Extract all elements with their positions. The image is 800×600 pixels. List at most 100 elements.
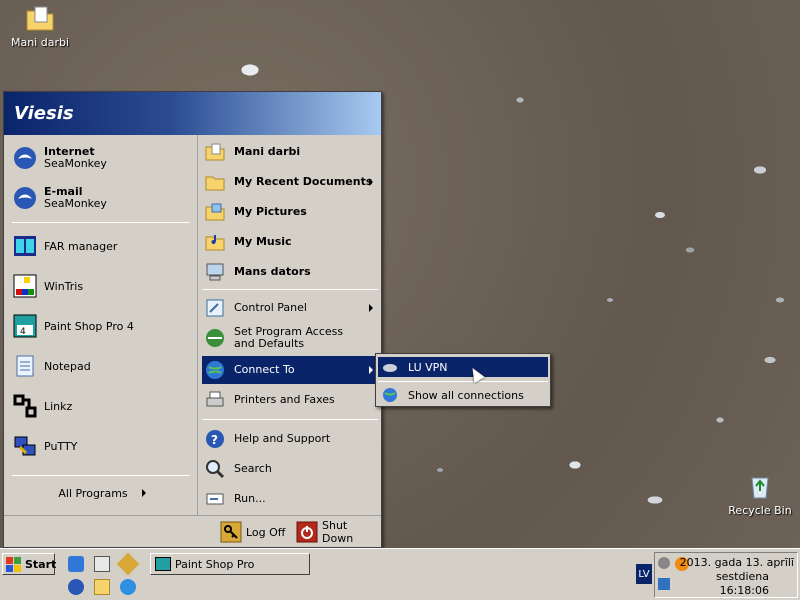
system-label: Printers and Faxes xyxy=(234,393,335,406)
folder-music-icon xyxy=(202,229,228,255)
recent-label: PuTTY xyxy=(44,439,78,453)
log-off-button[interactable]: Log Off xyxy=(220,521,285,543)
desktop-icon-recycle-bin[interactable]: Recycle Bin xyxy=(720,470,800,517)
submenu-arrow-icon xyxy=(369,304,373,312)
help-label: Run... xyxy=(234,492,266,505)
system-set-program-access[interactable]: Set Program Access and Defaults xyxy=(202,323,378,353)
far-manager-icon xyxy=(12,233,38,259)
place-label: Mans dators xyxy=(234,265,311,278)
ql-folder-icon[interactable] xyxy=(94,579,110,595)
place-label: My Music xyxy=(234,235,292,248)
svg-text:4: 4 xyxy=(20,327,26,337)
separator xyxy=(378,381,548,382)
system-label: Set Program Access and Defaults xyxy=(234,325,344,350)
vpn-icon xyxy=(382,361,400,373)
system-tray: 2013. gada 13. aprīlī sestdiena 16:18:06 xyxy=(654,552,798,598)
place-my-music[interactable]: My Music xyxy=(202,229,378,255)
quick-launch xyxy=(66,552,142,597)
pinned-internet[interactable]: Internet SeaMonkey xyxy=(12,141,192,175)
network-connections-icon xyxy=(382,387,400,403)
recent-notepad[interactable]: Notepad xyxy=(12,349,192,383)
recent-far-manager[interactable]: FAR manager xyxy=(12,229,192,263)
clock-time: 16:18:06 xyxy=(719,584,769,597)
task-label: Paint Shop Pro xyxy=(175,557,255,571)
start-button[interactable]: Start xyxy=(2,553,57,575)
language-indicator[interactable]: LV xyxy=(636,564,652,584)
run[interactable]: Run... xyxy=(202,485,378,513)
run-icon xyxy=(202,486,228,512)
key-icon xyxy=(220,521,242,543)
ql-internet-explorer-icon[interactable] xyxy=(120,579,136,595)
place-label: Mani darbi xyxy=(234,145,301,158)
pinned-subtitle: SeaMonkey xyxy=(44,197,107,210)
start-menu-programs: Internet SeaMonkey E-mail SeaMonkey FAR … xyxy=(4,135,197,515)
ql-tool-icon[interactable] xyxy=(116,552,140,576)
submenu-label: LU VPN xyxy=(408,360,448,374)
submenu-item-show-all-connections[interactable]: Show all connections xyxy=(378,385,548,405)
place-mans-dators[interactable]: Mans dators xyxy=(202,259,378,285)
place-my-recent-documents[interactable]: My Recent Documents xyxy=(202,169,378,195)
separator xyxy=(12,475,190,476)
shield-tray-icon[interactable] xyxy=(658,578,670,590)
all-programs-label: All Programs xyxy=(58,486,128,500)
windows-logo-icon xyxy=(6,556,21,572)
recent-paint-shop-pro[interactable]: 4 Paint Shop Pro 4 xyxy=(12,309,192,343)
recent-label: Paint Shop Pro 4 xyxy=(44,319,134,333)
ql-seamonkey-icon[interactable] xyxy=(68,579,84,595)
desktop-icon-label: Mani darbi xyxy=(10,36,70,49)
clock-day: sestdiena xyxy=(715,570,769,583)
system-printers-and-faxes[interactable]: Printers and Faxes xyxy=(202,386,378,414)
desktop-icon-mani-darbi[interactable]: Mani darbi xyxy=(0,2,80,49)
ql-app-icon[interactable] xyxy=(68,556,84,572)
help-icon: ? xyxy=(202,426,228,452)
notepad-icon xyxy=(12,353,38,379)
taskbar-button-paint-shop-pro[interactable]: Paint Shop Pro xyxy=(150,553,310,575)
separator xyxy=(202,289,378,290)
search[interactable]: Search xyxy=(202,455,378,483)
taskbar: Start Paint Shop Pro LV 2013. gada 13. a… xyxy=(0,548,800,600)
wintris-icon xyxy=(12,273,38,299)
separator xyxy=(12,222,190,223)
paint-shop-pro-icon xyxy=(155,557,171,571)
folder-docs-icon xyxy=(26,6,54,31)
place-mani-darbi[interactable]: Mani darbi xyxy=(202,139,378,165)
folder-icon xyxy=(202,169,228,195)
submenu-item-lu-vpn[interactable]: LU VPN xyxy=(378,357,548,377)
seamonkey-icon xyxy=(12,145,38,171)
paint-shop-pro-icon: 4 xyxy=(12,313,38,339)
system-connect-to[interactable]: Connect To xyxy=(202,356,378,384)
start-menu-footer: Log Off Shut Down xyxy=(4,515,381,547)
start-menu: Viesis Internet SeaMonkey E-mail SeaMonk… xyxy=(3,91,382,548)
system-control-panel[interactable]: Control Panel xyxy=(202,295,378,321)
ql-spreadsheet-icon[interactable] xyxy=(94,556,110,572)
separator xyxy=(202,419,378,420)
all-programs-arrow-icon xyxy=(141,489,146,497)
log-off-label: Log Off xyxy=(246,525,286,539)
system-label: Control Panel xyxy=(234,301,307,314)
putty-icon xyxy=(12,433,38,459)
system-label: Connect To xyxy=(234,363,295,376)
help-label: Search xyxy=(234,462,272,475)
control-panel-icon xyxy=(202,295,228,321)
power-icon xyxy=(296,521,318,543)
recent-label: Linkz xyxy=(44,399,73,413)
recent-linkz[interactable]: Linkz xyxy=(12,389,192,423)
start-label: Start xyxy=(25,557,57,571)
recent-wintris[interactable]: WinTris xyxy=(12,269,192,303)
folder-pictures-icon xyxy=(202,199,228,225)
submenu-label: Show all connections xyxy=(408,388,524,402)
recent-putty[interactable]: PuTTY xyxy=(12,429,192,463)
linkz-icon xyxy=(12,393,38,419)
folder-docs-icon xyxy=(202,139,228,165)
seamonkey-mail-icon xyxy=(12,185,38,211)
clock-date: 2013. gada 13. aprīlī xyxy=(679,556,794,569)
place-label: My Recent Documents xyxy=(234,175,373,188)
all-programs-button[interactable]: All Programs xyxy=(12,483,192,503)
place-my-pictures[interactable]: My Pictures xyxy=(202,199,378,225)
start-menu-user-name: Viesis xyxy=(4,92,381,135)
network-tray-icon[interactable] xyxy=(658,557,670,569)
shut-down-button[interactable]: Shut Down xyxy=(296,519,381,545)
program-access-icon xyxy=(202,325,228,351)
pinned-email[interactable]: E-mail SeaMonkey xyxy=(12,181,192,215)
help-and-support[interactable]: ? Help and Support xyxy=(202,425,378,453)
